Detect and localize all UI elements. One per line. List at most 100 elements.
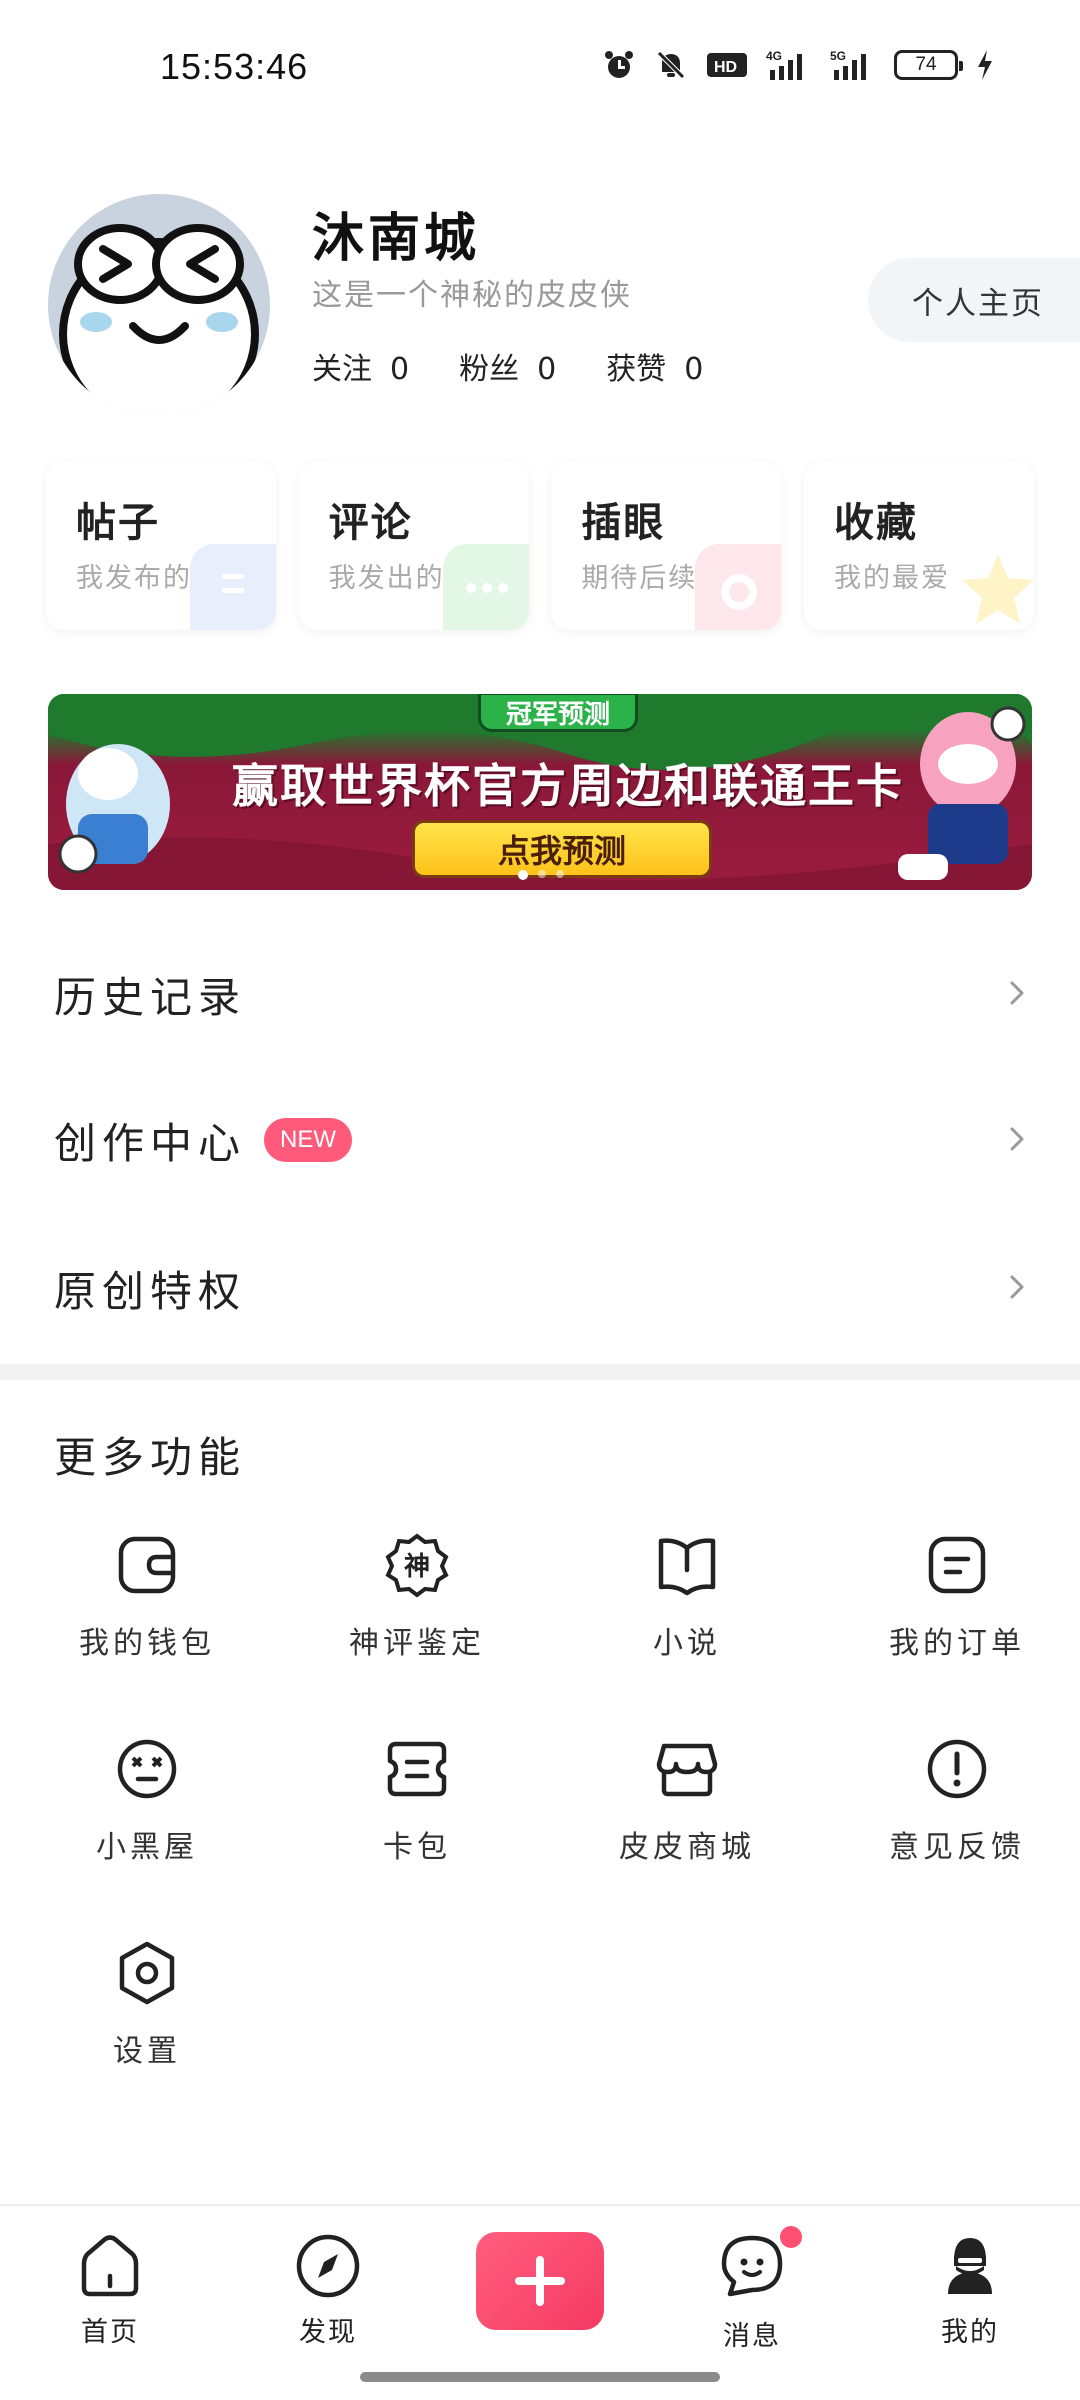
stat-fans[interactable]: 粉丝 0 [459, 344, 556, 388]
grid-item-card-pack[interactable]: 卡包 [282, 1734, 552, 1914]
card-posts[interactable]: 帖子 我发布的 [46, 462, 276, 630]
nav-label: 消息 [723, 2321, 781, 2352]
card-title: 评论 [328, 499, 413, 546]
grid-label: 皮皮商城 [619, 1830, 755, 1865]
card-title: 收藏 [833, 499, 918, 546]
nav-messages[interactable]: 消息 [682, 2226, 822, 2353]
feedback-icon [927, 1739, 987, 1799]
posts-deco-icon [190, 544, 276, 630]
more-features-title: 更多功能 [54, 1433, 247, 1482]
grid-item-novel[interactable]: 小说 [552, 1530, 822, 1710]
stat-label: 获赞 [606, 352, 667, 387]
nav-mine[interactable]: 我的 [900, 2230, 1040, 2349]
home-indicator[interactable] [360, 2372, 720, 2382]
stat-likes[interactable]: 获赞 0 [606, 344, 703, 388]
home-icon [81, 2235, 139, 2297]
bio: 这是一个神秘的皮皮侠 [312, 278, 632, 313]
order-icon [928, 1536, 986, 1594]
grid-label: 意见反馈 [889, 1830, 1025, 1865]
card-title: 插眼 [581, 499, 666, 546]
battery-level: 74 [915, 54, 937, 75]
grid-item-feedback[interactable]: 意见反馈 [822, 1734, 1080, 1914]
grid-label: 我的钱包 [79, 1626, 215, 1661]
banner-dot [556, 870, 564, 878]
grid-item-shen-review[interactable]: 神 神评鉴定 [282, 1530, 552, 1710]
quick-cards: 帖子 我发布的 评论 我发出的 插眼 期待后续 收藏 我的最爱 [46, 462, 1034, 630]
star-deco-icon [947, 544, 1034, 630]
status-time: 15:53:46 [160, 46, 309, 87]
menu-history[interactable]: 历史记录 [0, 924, 1080, 1064]
create-post-button[interactable] [476, 2232, 604, 2330]
menu-label: 创作中心 [54, 1118, 247, 1168]
stat-value: 0 [390, 352, 410, 387]
signal-5g-icon: 5G [830, 49, 866, 80]
grid-item-settings[interactable]: 设置 [12, 1938, 282, 2118]
svg-text:4G: 4G [766, 49, 782, 63]
grid-label: 我的订单 [889, 1626, 1025, 1661]
banner-pagination [518, 870, 564, 880]
banner-dot [538, 870, 546, 878]
comments-deco-icon [442, 544, 529, 630]
banner-dot-active [518, 870, 528, 880]
settings-icon [119, 1941, 175, 2005]
menu-label: 原创特权 [54, 1266, 247, 1316]
grid-label: 设置 [113, 2034, 181, 2069]
nav-label: 我的 [941, 2317, 999, 2348]
chevron-right-icon [1010, 1127, 1024, 1151]
unread-dot [780, 2226, 802, 2248]
shop-icon [656, 1743, 718, 1797]
grid-label: 小说 [653, 1626, 721, 1661]
profile-stats: 关注 0 粉丝 0 获赞 0 [312, 344, 703, 388]
mute-bell-icon [657, 51, 685, 79]
profile-ninja-icon [948, 2238, 992, 2294]
personal-homepage-button[interactable]: 个人主页 [868, 258, 1080, 342]
avatar[interactable] [48, 194, 270, 416]
battery-icon: 74 [894, 50, 963, 80]
bottom-nav: 首页 发现 消息 我的 [0, 2204, 1080, 2400]
card-bookmark-eye[interactable]: 插眼 期待后续 [551, 462, 782, 630]
menu-original-privilege[interactable]: 原创特权 [0, 1218, 1080, 1358]
stat-value: 0 [684, 352, 704, 387]
nav-discover[interactable]: 发现 [258, 2230, 398, 2349]
menu-creation-center[interactable]: 创作中心 NEW [0, 1070, 1080, 1210]
grid-item-blackroom[interactable]: 小黑屋 [12, 1734, 282, 1914]
charging-icon [978, 50, 992, 80]
stat-label: 粉丝 [459, 352, 520, 387]
stat-following[interactable]: 关注 0 [312, 344, 409, 388]
alarm-icon [605, 51, 633, 78]
grid-item-orders[interactable]: 我的订单 [822, 1530, 1080, 1710]
card-favorites[interactable]: 收藏 我的最爱 [803, 462, 1034, 630]
svg-text:神: 神 [404, 1552, 430, 1582]
banner-title: 赢取世界杯官方周边和联通王卡 [232, 759, 904, 813]
new-badge: NEW [264, 1118, 353, 1162]
hd-icon: HD [707, 53, 747, 77]
grid-label: 卡包 [383, 1830, 451, 1865]
chevron-right-icon [1010, 981, 1024, 1005]
grid-item-shop[interactable]: 皮皮商城 [552, 1734, 822, 1914]
stat-label: 关注 [312, 352, 372, 387]
stat-value: 0 [537, 352, 557, 387]
card-comments[interactable]: 评论 我发出的 [298, 462, 529, 630]
grid-item-wallet[interactable]: 我的钱包 [12, 1530, 282, 1710]
dizzy-face-icon [117, 1739, 177, 1799]
card-pack-icon [387, 1741, 447, 1797]
shen-badge-icon: 神 [385, 1533, 449, 1598]
username: 沐南城 [312, 208, 481, 269]
compass-icon [296, 2234, 360, 2298]
nav-label: 首页 [81, 2317, 139, 2348]
card-title: 帖子 [76, 499, 160, 546]
nav-label: 发现 [299, 2317, 357, 2348]
promo-banner[interactable]: 冠军预测 赢取世界杯官方周边和联通王卡 点我预测 [48, 694, 1032, 890]
signal-4g-icon: 4G [766, 49, 802, 80]
eye-deco-icon [695, 544, 782, 630]
svg-text:5G: 5G [830, 49, 846, 63]
book-icon [658, 1538, 716, 1596]
svg-text:HD: HD [714, 59, 737, 76]
chat-bubble-icon [721, 2235, 783, 2297]
menu-label: 历史记录 [54, 972, 247, 1022]
plus-icon [515, 2256, 565, 2306]
status-bar: 15:53:46 HD 4G 5G 74 [0, 0, 1080, 140]
status-icons: HD 4G 5G 74 [602, 48, 994, 82]
section-divider [0, 1364, 1080, 1380]
nav-home[interactable]: 首页 [40, 2230, 180, 2349]
